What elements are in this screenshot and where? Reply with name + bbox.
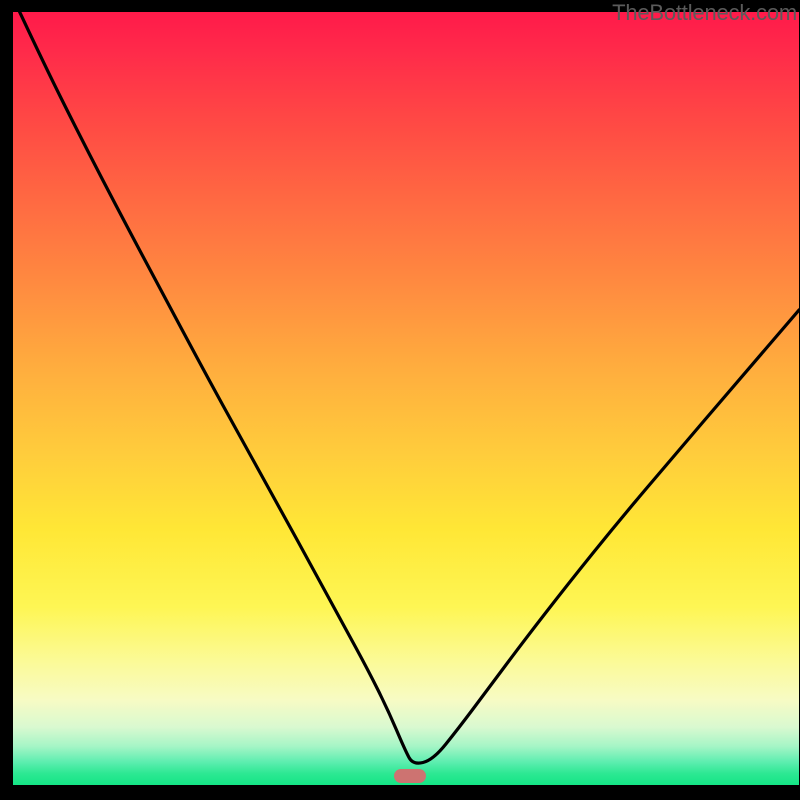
watermark-text: TheBottleneck.com — [612, 0, 797, 26]
bottleneck-curve — [15, 12, 799, 763]
plot-area — [13, 12, 799, 785]
curve-svg — [13, 12, 799, 785]
optimum-marker — [394, 769, 426, 783]
chart-container: TheBottleneck.com — [13, 0, 799, 785]
